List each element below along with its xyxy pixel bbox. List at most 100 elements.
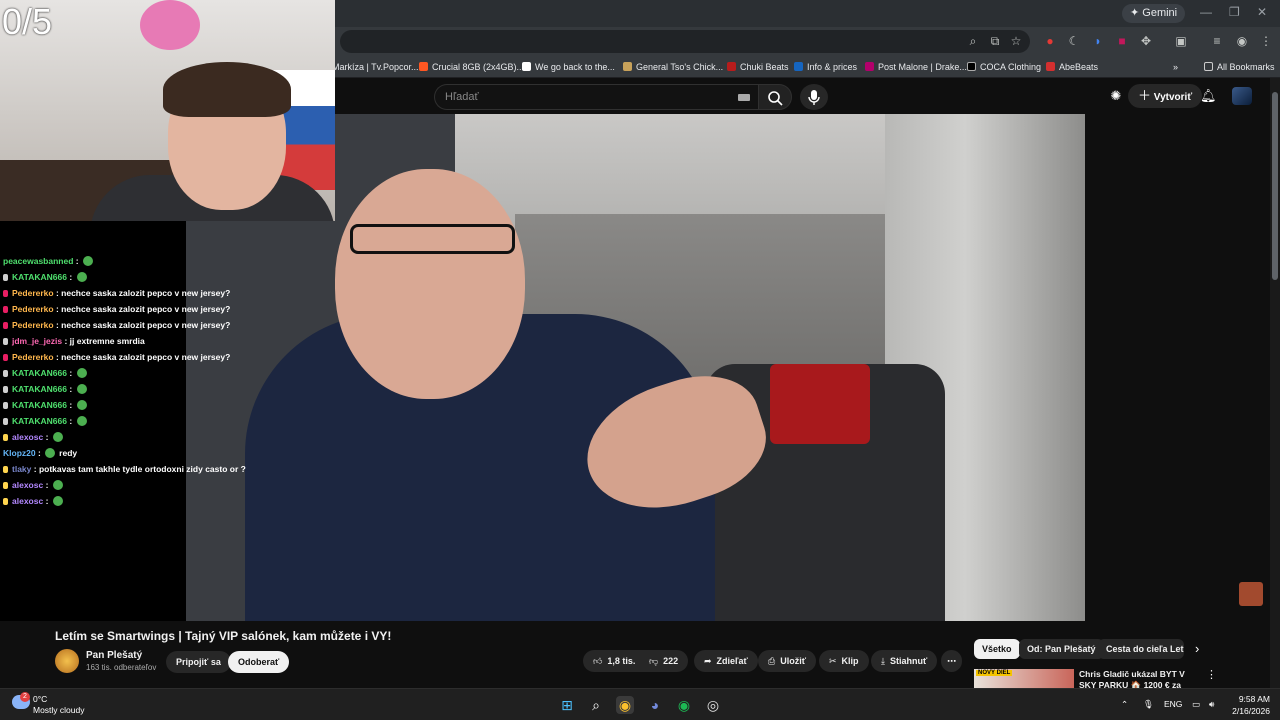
like-button[interactable]: 👍︎ 1,8 tis. (583, 650, 644, 672)
search-icon[interactable]: ⌕ (587, 696, 605, 714)
save-button[interactable]: ⎙ Uložiť (758, 650, 817, 672)
chat-message: Pedererko : nechce saska zalozit pepco v… (3, 317, 333, 333)
chat-username[interactable]: jdm_je_jezis (12, 336, 62, 346)
chat-text: nechce saska zalozit pepco v new jersey? (61, 352, 231, 362)
recommended-title[interactable]: Chris Gladič ukázal BYT V SKY PARKU 🏠 12… (1079, 669, 1204, 689)
close-icon[interactable]: ✕ (1257, 5, 1267, 19)
chat-username[interactable]: peacewasbanned (3, 256, 73, 266)
more-actions-button[interactable]: ⋯ (941, 650, 962, 672)
chat-message: KATAKAN666 : (3, 269, 333, 285)
dislike-button[interactable]: 👎︎ 222 (641, 650, 689, 672)
profile-icon[interactable]: ◉ (1235, 34, 1249, 48)
extension-icon[interactable]: ☾ (1067, 34, 1081, 48)
chat-username[interactable]: KATAKAN666 (12, 272, 67, 282)
bookmark-item[interactable]: Markíza | Tv.Popcor... (332, 60, 419, 74)
spotify-icon[interactable]: ◉ (675, 696, 693, 714)
chat-username[interactable]: alexosc (12, 496, 43, 506)
chat-username[interactable]: alexosc (12, 432, 43, 442)
weather-condition: Mostly cloudy (33, 705, 85, 715)
channel-name[interactable]: Pan Plešatý (86, 650, 142, 661)
screen: ✦ Gemini — ❐ ✕ ⌕ ⧉ ☆ ● ☾ ◗ ■ ✥ ▣ ≡ ◉ ⋮ M… (0, 0, 1280, 720)
recommended-menu-icon[interactable]: ⋮ (1206, 668, 1217, 681)
search-button[interactable] (758, 84, 792, 110)
chat-username[interactable]: alexosc (12, 480, 43, 490)
chat-username[interactable]: KATAKAN666 (12, 416, 67, 426)
chat-username[interactable]: Pedererko (12, 288, 54, 298)
sparkle-icon[interactable]: ✺ (1108, 88, 1124, 104)
bookmark-item[interactable]: COCA Clothing (967, 60, 1041, 74)
chat-username[interactable]: Klopz20 (3, 448, 36, 458)
chip-from-channel[interactable]: Od: Pan Plešatý (1019, 639, 1104, 659)
bookmark-item[interactable]: AbeBeats (1046, 60, 1098, 74)
chat-username[interactable]: Pedererko (12, 352, 54, 362)
chat-separator: : (66, 400, 75, 410)
bookmark-item[interactable]: Post Malone | Drake... (865, 60, 967, 74)
all-bookmarks[interactable]: All Bookmarks (1204, 60, 1275, 74)
extension-icon[interactable]: ● (1043, 34, 1057, 48)
create-button[interactable]: ＋ Vytvoriť (1128, 84, 1203, 108)
system-clock[interactable]: 9:58 AM 2/16/2026 (1226, 693, 1270, 717)
clip-button[interactable]: ✂ Klip (819, 650, 869, 672)
extensions-puzzle-icon[interactable]: ✥ (1139, 34, 1153, 48)
chat-username[interactable]: Pedererko (12, 320, 54, 330)
sidepanel-icon[interactable]: ▣ (1174, 34, 1188, 48)
streamer-hair (163, 62, 291, 117)
media-icon[interactable]: ≡ (1210, 34, 1224, 48)
install-icon[interactable]: ⧉ (988, 34, 1002, 48)
chevron-right-icon[interactable]: › (1195, 641, 1199, 656)
join-button[interactable]: Pripojiť sa (166, 651, 231, 673)
plush-toy (140, 0, 200, 50)
bookmark-star-icon[interactable]: ☆ (1009, 34, 1023, 48)
minimize-icon[interactable]: — (1200, 5, 1212, 19)
clock-date: 2/16/2026 (1232, 706, 1270, 716)
chat-username[interactable]: KATAKAN666 (12, 368, 67, 378)
maximize-icon[interactable]: ❐ (1229, 5, 1240, 19)
channel-avatar[interactable] (55, 649, 79, 673)
page-scrollbar[interactable] (1270, 78, 1280, 688)
search-input[interactable]: Hľadať (434, 84, 758, 110)
chat-username[interactable]: Pedererko (12, 304, 54, 314)
bookmark-item[interactable]: Chuki Beats (727, 60, 789, 74)
discord-icon[interactable]: ◕ (646, 696, 664, 714)
chat-username[interactable]: tlaky (12, 464, 31, 474)
chat-username[interactable]: KATAKAN666 (12, 400, 67, 410)
subscribe-button[interactable]: Odoberať (228, 651, 290, 673)
chip-related[interactable]: Cesta do cieľa Letisk (1098, 639, 1184, 659)
bookmark-item[interactable]: General Tso's Chick... (623, 60, 723, 74)
recommended-thumbnail[interactable]: NOVÝ DIEL (974, 669, 1074, 688)
keyboard-icon[interactable] (738, 94, 750, 101)
address-bar[interactable] (340, 30, 1030, 53)
share-button[interactable]: ➦ Zdieľať (694, 650, 758, 672)
gemini-button[interactable]: ✦ Gemini (1122, 4, 1186, 23)
extension-icon[interactable]: ◗ (1091, 34, 1105, 48)
bookmarks-overflow-icon[interactable]: » (1173, 60, 1178, 74)
language-indicator[interactable]: ENG (1164, 699, 1182, 709)
new-episode-tag: NOVÝ DIEL (976, 670, 1013, 676)
chat-message: Pedererko : nechce saska zalozit pepco v… (3, 301, 333, 317)
volume-icon[interactable]: 🔊︎ (1209, 699, 1214, 710)
account-avatar[interactable] (1232, 87, 1252, 105)
chat-badge-icon (3, 466, 8, 473)
zoom-icon[interactable]: ⌕ (966, 34, 980, 48)
chat-text: nechce saska zalozit pepco v new jersey? (61, 304, 231, 314)
menu-icon[interactable]: ⋮ (1259, 34, 1273, 48)
chat-username[interactable]: KATAKAN666 (12, 384, 67, 394)
microphone-icon[interactable]: 🎙︎ (1143, 699, 1154, 710)
extension-icon[interactable]: ■ (1115, 34, 1129, 48)
chrome-icon[interactable]: ◉ (616, 696, 634, 714)
chip-all[interactable]: Všetko (974, 639, 1020, 659)
display-icon[interactable]: ▭ (1192, 699, 1200, 710)
bookmark-item[interactable]: Crucial 8GB (2x4GB)... (419, 60, 524, 74)
app-icon[interactable]: ◎ (704, 696, 722, 714)
scrollbar-thumb[interactable] (1272, 92, 1278, 280)
bookmark-item[interactable]: Info & prices (794, 60, 857, 74)
notifications-bell-icon[interactable]: 🔔︎ (1200, 88, 1217, 104)
mini-avatar[interactable] (1239, 582, 1263, 606)
bookmark-item[interactable]: We go back to the... (522, 60, 615, 74)
download-button[interactable]: ⤓ Stiahnuť (871, 650, 938, 672)
chat-emote-icon (76, 272, 87, 282)
windows-start-icon[interactable]: ⊞ (558, 696, 576, 714)
voice-search-button[interactable] (800, 84, 828, 110)
windows-taskbar: 2 0°C Mostly cloudy ⊞ ⌕ ◉ ◕ ◉ ◎ ⌃ 🎙︎ ENG… (0, 688, 1280, 720)
tray-overflow-icon[interactable]: ⌃ (1121, 699, 1128, 710)
